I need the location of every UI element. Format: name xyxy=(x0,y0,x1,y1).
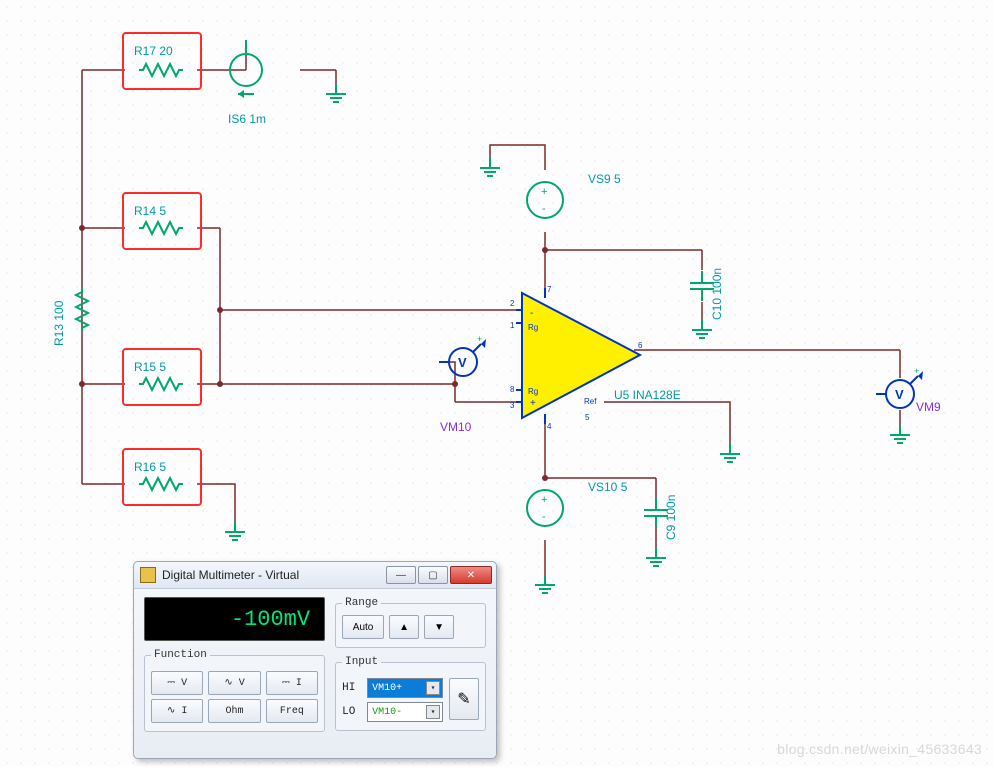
svg-text:-: - xyxy=(542,511,546,523)
ac-current-button[interactable]: ∿ I xyxy=(151,699,203,723)
label-U5: U5 INA128E xyxy=(614,388,681,402)
gnd-ref xyxy=(720,444,740,462)
svg-text:3: 3 xyxy=(510,401,515,410)
svg-text:-: - xyxy=(530,308,533,319)
input-group: Input HI VM10+ ▾ LO xyxy=(335,656,486,731)
range-group: Range Auto ▲ ▼ xyxy=(335,597,486,648)
lo-input-value: VM10- xyxy=(372,707,402,718)
lo-input-select[interactable]: VM10- ▾ xyxy=(367,702,443,722)
range-down-button[interactable]: ▼ xyxy=(424,615,454,639)
multimeter-title: Digital Multimeter - Virtual xyxy=(162,568,386,582)
gnd-C10 xyxy=(692,320,712,338)
label-R15: R15 5 xyxy=(134,360,166,374)
in-amp-U5: 2 1 8 3 7 4 6 5 - + Rg Rg Ref xyxy=(510,285,643,431)
highlight-R15 xyxy=(122,348,202,406)
ac-voltage-button[interactable]: ∿ V xyxy=(208,671,260,695)
gnd-top-rail xyxy=(480,158,500,176)
svg-text:5: 5 xyxy=(585,413,590,422)
label-IS6: IS6 1m xyxy=(228,112,266,126)
label-C9: C9 100n xyxy=(664,495,678,540)
svg-text:7: 7 xyxy=(547,285,552,294)
gnd-R16 xyxy=(225,522,245,540)
probe-icon: ✎ xyxy=(457,689,470,709)
svg-text:Rg: Rg xyxy=(528,323,538,332)
input-legend: Input xyxy=(342,656,381,668)
ohm-button[interactable]: Ohm xyxy=(208,699,260,723)
voltage-source-VS10: + - xyxy=(527,490,563,526)
label-R17: R17 20 xyxy=(134,44,173,58)
svg-text:2: 2 xyxy=(510,299,515,308)
gnd-VM9 xyxy=(890,425,910,443)
function-legend: Function xyxy=(151,649,210,661)
gnd-IS6 xyxy=(326,84,346,102)
window-minimize-button[interactable]: — xyxy=(386,566,416,584)
svg-text:+: + xyxy=(530,398,536,409)
window-maximize-button[interactable]: ▢ xyxy=(418,566,448,584)
svg-text:8: 8 xyxy=(510,385,515,394)
svg-text:1: 1 xyxy=(510,321,515,330)
svg-text:-: - xyxy=(542,203,546,215)
multimeter-display: -100mV xyxy=(144,597,325,641)
svg-text:Rg: Rg xyxy=(528,387,538,396)
svg-text:4: 4 xyxy=(547,422,552,431)
svg-text:Ref: Ref xyxy=(584,397,597,406)
svg-text:+: + xyxy=(541,494,547,506)
hi-dropdown-icon: ▾ xyxy=(426,681,440,695)
svg-text:6: 6 xyxy=(638,341,643,350)
range-up-button[interactable]: ▲ xyxy=(389,615,419,639)
highlight-R17 xyxy=(122,32,202,90)
voltage-source-VS9: + - xyxy=(527,182,563,218)
current-source-IS6 xyxy=(216,40,262,98)
voltmeter-VM10 xyxy=(439,334,486,376)
label-C10: C10 100n xyxy=(710,268,724,320)
watermark: blog.csdn.net/weixin_45633643 xyxy=(777,741,982,757)
hi-input-value: VM10+ xyxy=(372,683,402,694)
function-group: Function ⎓ V ∿ V ⎓ I ∿ I Ohm Freq xyxy=(144,649,325,732)
probe-button[interactable]: ✎ xyxy=(449,678,479,720)
gnd-VS10 xyxy=(535,575,555,593)
multimeter-titlebar[interactable]: Digital Multimeter - Virtual — ▢ ✕ xyxy=(134,562,496,589)
hi-label: HI xyxy=(342,682,362,694)
gnd-C9 xyxy=(646,548,666,566)
label-VS10: VS10 5 xyxy=(588,480,627,494)
highlight-R14 xyxy=(122,192,202,250)
label-VS9: VS9 5 xyxy=(588,172,621,186)
multimeter-app-icon xyxy=(140,567,156,583)
lo-label: LO xyxy=(342,706,362,718)
auto-range-button[interactable]: Auto xyxy=(342,615,384,639)
lo-dropdown-icon: ▾ xyxy=(426,705,440,719)
frequency-button[interactable]: Freq xyxy=(266,699,318,723)
label-R14: R14 5 xyxy=(134,204,166,218)
range-legend: Range xyxy=(342,597,381,609)
label-VM10: VM10 xyxy=(440,420,471,434)
window-close-button[interactable]: ✕ xyxy=(450,566,492,584)
label-R13: R13 100 xyxy=(52,301,66,346)
multimeter-window[interactable]: Digital Multimeter - Virtual — ▢ ✕ -100m… xyxy=(133,561,497,759)
dc-voltage-button[interactable]: ⎓ V xyxy=(151,671,203,695)
wires xyxy=(82,40,900,575)
highlight-R16 xyxy=(122,448,202,506)
dc-current-button[interactable]: ⎓ I xyxy=(266,671,318,695)
label-VM9: VM9 xyxy=(916,400,941,414)
svg-text:+: + xyxy=(541,186,547,198)
label-R16: R16 5 xyxy=(134,460,166,474)
hi-input-select[interactable]: VM10+ ▾ xyxy=(367,678,443,698)
